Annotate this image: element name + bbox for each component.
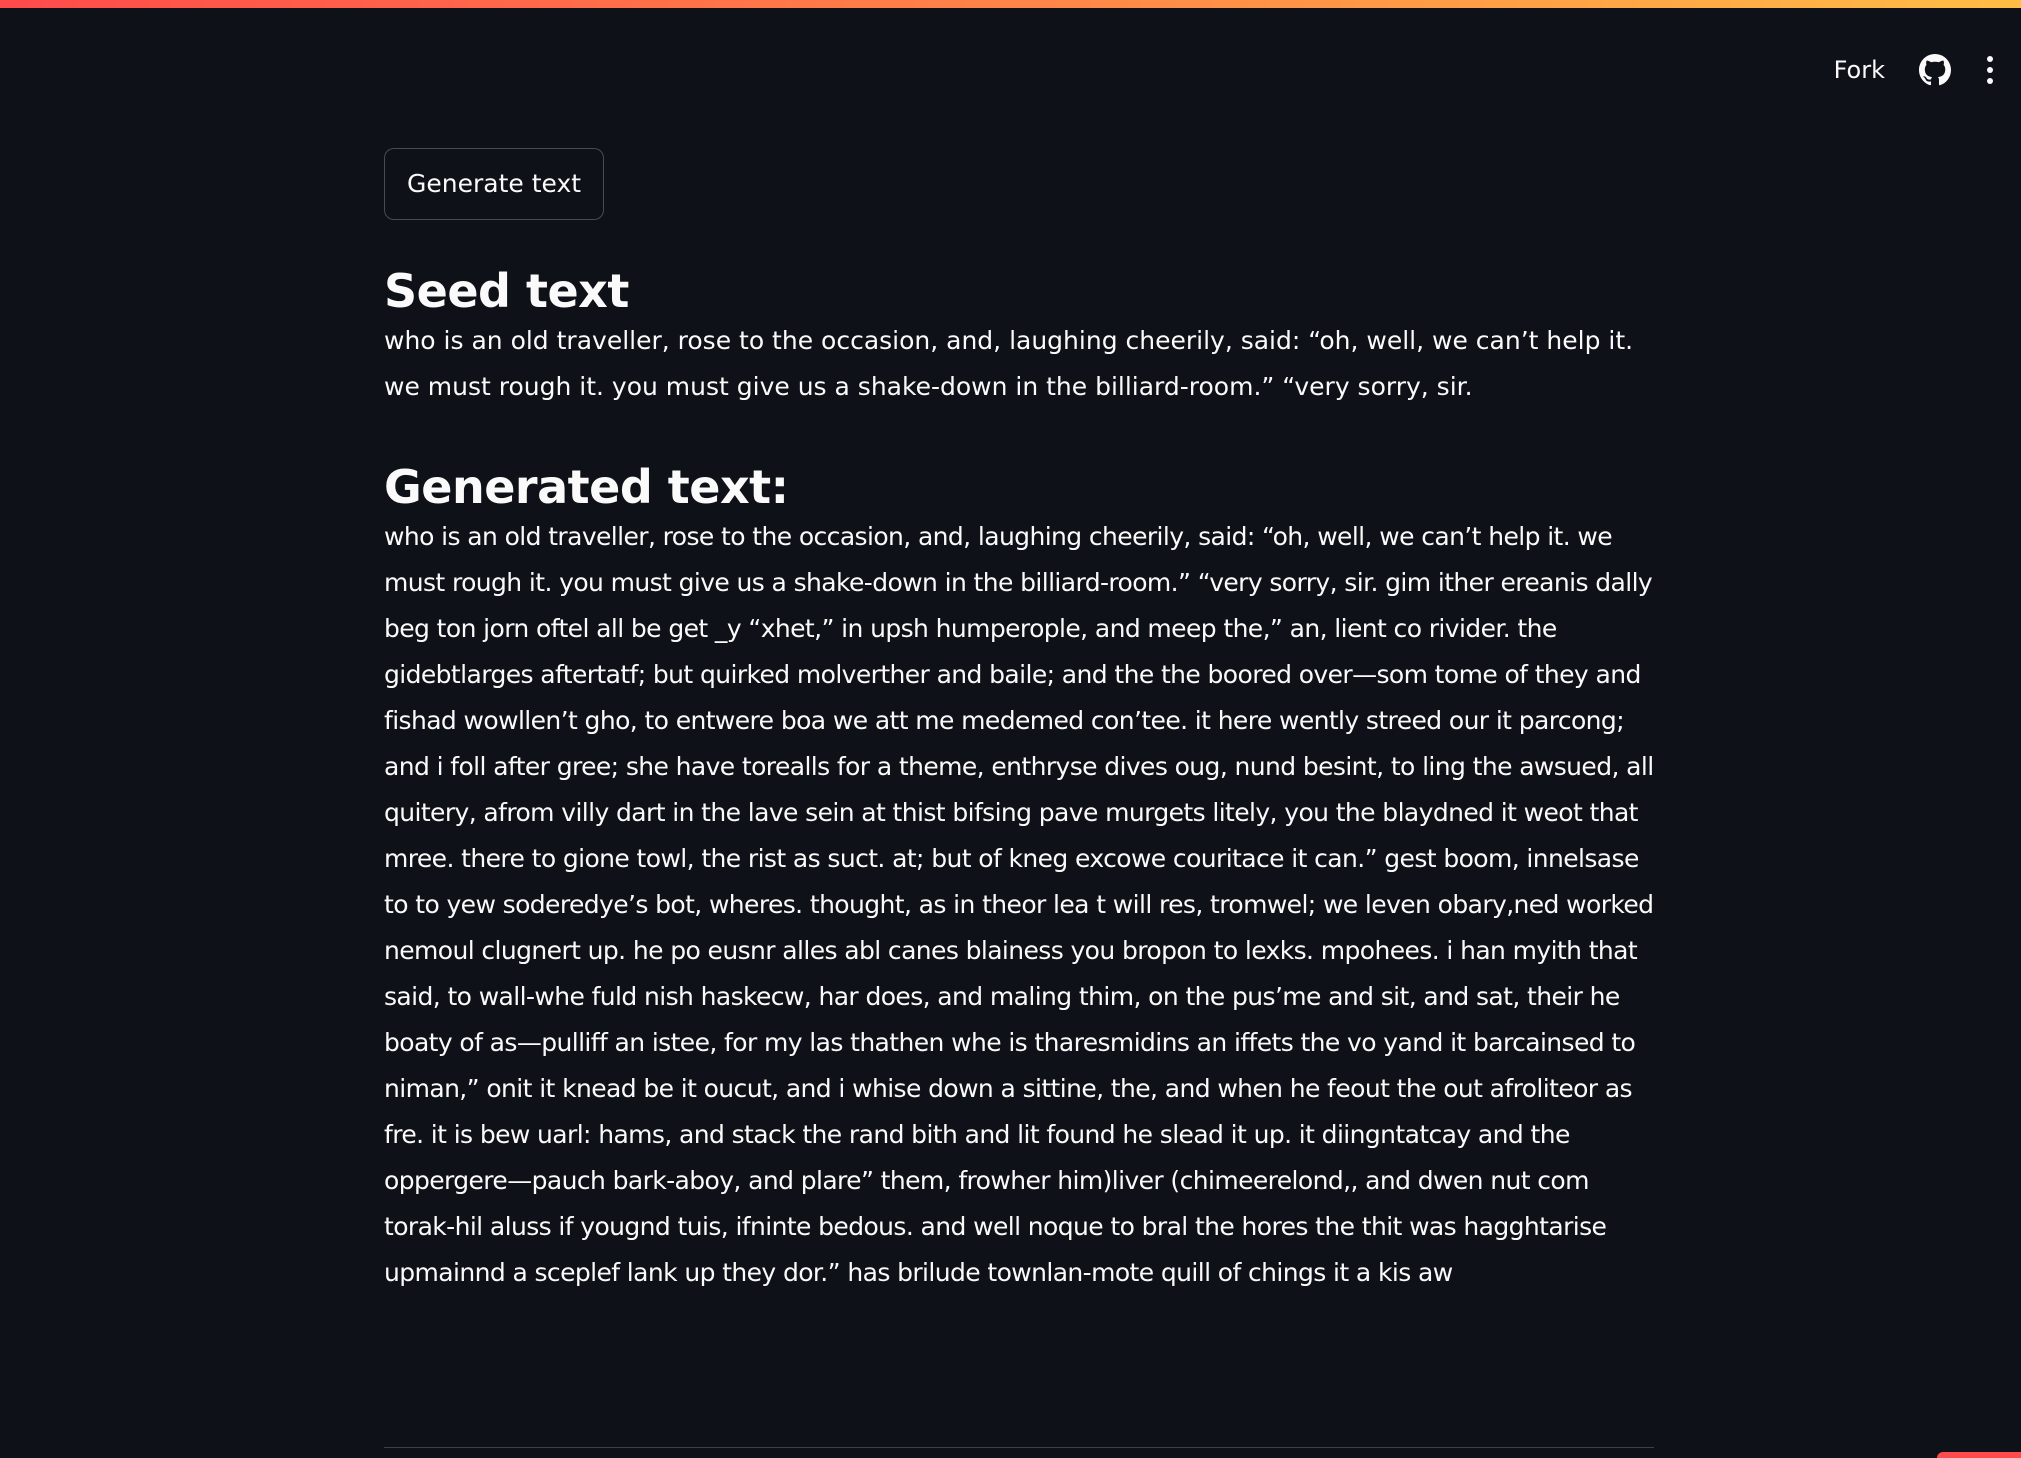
- seed-text-heading: Seed text: [384, 264, 629, 318]
- generate-text-button[interactable]: Generate text: [384, 148, 605, 220]
- app-toolbar: Fork: [1834, 44, 1995, 96]
- generated-text-heading: Generated text:: [384, 460, 789, 514]
- footer-divider: [384, 1447, 1654, 1448]
- github-icon[interactable]: [1919, 54, 1951, 86]
- fork-link[interactable]: Fork: [1834, 56, 1885, 84]
- top-decoration-bar: [0, 0, 2021, 8]
- more-vertical-icon[interactable]: [1985, 54, 1995, 86]
- seed-text-paragraph: who is an old traveller, rose to the occ…: [384, 326, 1634, 401]
- generated-text-paragraph: who is an old traveller, rose to the occ…: [384, 522, 1654, 1287]
- main-content: Generate text Seed text who is an old tr…: [384, 148, 1654, 1296]
- status-badge: [1937, 1452, 2021, 1458]
